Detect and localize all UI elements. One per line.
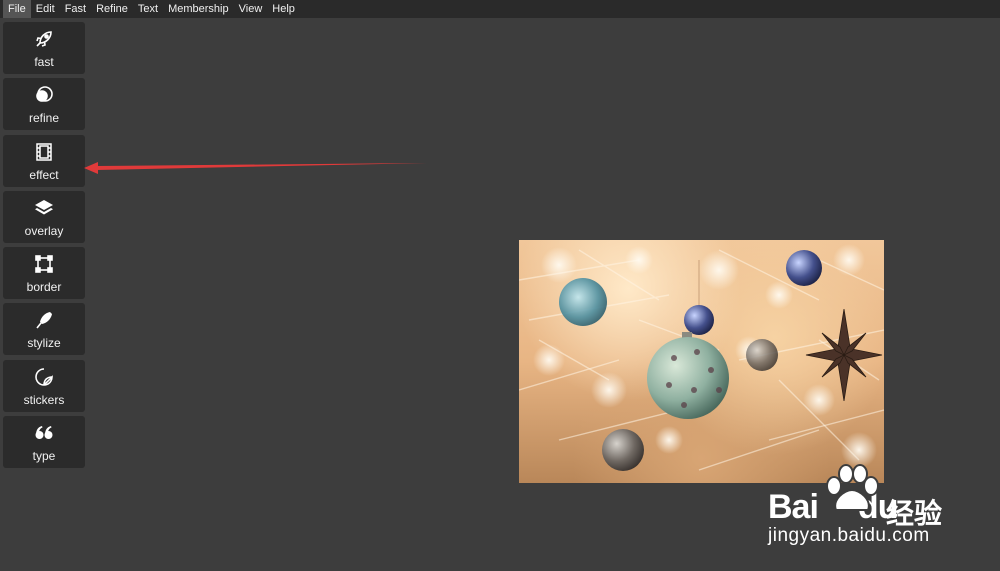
menu-bar: File Edit Fast Refine Text Membership Vi… (0, 0, 1000, 18)
menu-membership[interactable]: Membership (163, 0, 234, 18)
tool-stylize-button[interactable]: stylize (3, 303, 85, 356)
tool-type-button[interactable]: type (3, 416, 85, 469)
menu-file[interactable]: File (3, 0, 31, 18)
feather-brush-icon (33, 309, 55, 331)
rocket-icon (33, 28, 55, 50)
border-frame-icon (33, 253, 55, 275)
tool-stylize-label: stylize (27, 336, 61, 351)
tool-effect-button[interactable]: effect (3, 134, 85, 187)
tool-border-button[interactable]: border (3, 247, 85, 300)
tool-refine-button[interactable]: refine (3, 78, 85, 131)
watermark-url: jingyan.baidu.com (768, 525, 930, 546)
tool-stickers-label: stickers (23, 392, 65, 407)
refine-circles-icon (33, 84, 55, 106)
tool-type-label: type (32, 449, 56, 464)
menu-view[interactable]: View (234, 0, 268, 18)
tool-effect-label: effect (29, 167, 59, 182)
menu-help[interactable]: Help (267, 0, 300, 18)
christmas-ornaments-image (519, 244, 884, 471)
baidu-paw-icon (826, 464, 879, 511)
canvas-photo[interactable] (519, 240, 884, 483)
menu-edit[interactable]: Edit (31, 0, 60, 18)
tool-refine-label: refine (28, 111, 60, 126)
tool-fast-button[interactable]: fast (3, 22, 85, 74)
tool-overlay-button[interactable]: overlay (3, 190, 85, 243)
film-strip-icon (33, 141, 55, 163)
quote-icon (33, 422, 55, 444)
tool-fast-label: fast (34, 55, 54, 69)
sticker-icon (33, 366, 55, 388)
tool-sidebar: fast refine effect overlay border styliz… (3, 22, 85, 472)
layers-icon (33, 197, 55, 219)
baidu-watermark: Bai du 经验 jingyan.baidu.com (768, 464, 998, 565)
watermark-brand-bai: Bai (768, 488, 819, 526)
annotation-arrow (84, 162, 427, 174)
tool-stickers-button[interactable]: stickers (3, 359, 85, 412)
menu-fast[interactable]: Fast (60, 0, 91, 18)
tool-border-label: border (26, 280, 62, 295)
menu-refine[interactable]: Refine (91, 0, 133, 18)
tool-overlay-label: overlay (24, 223, 64, 238)
menu-text[interactable]: Text (133, 0, 163, 18)
